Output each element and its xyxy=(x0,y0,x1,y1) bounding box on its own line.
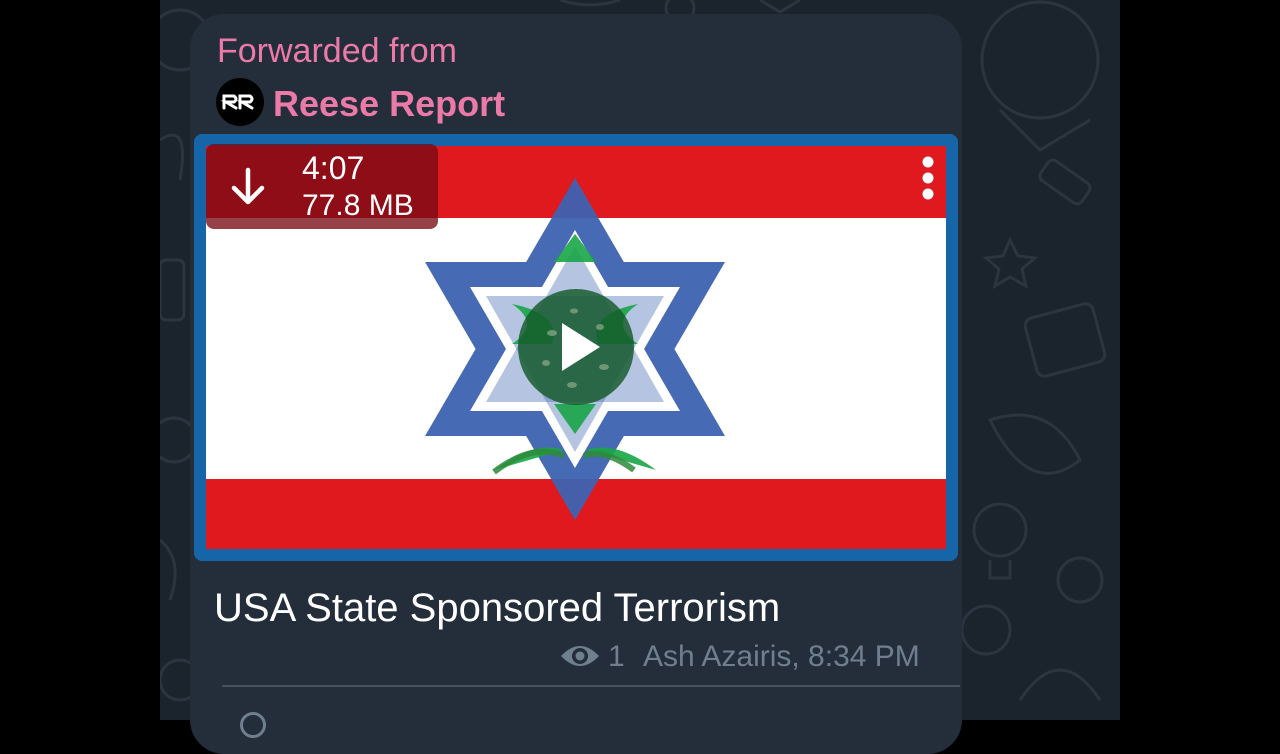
arrow-down-icon[interactable] xyxy=(228,166,268,208)
eye-icon xyxy=(559,641,601,671)
forwarded-label: Forwarded from xyxy=(217,32,457,70)
more-vertical-icon[interactable] xyxy=(916,154,940,202)
play-button[interactable] xyxy=(516,287,636,407)
play-icon[interactable] xyxy=(516,287,636,407)
comment-icon[interactable] xyxy=(240,712,266,738)
channel-name-link[interactable]: Reese Report xyxy=(273,82,505,126)
view-count: 1 xyxy=(608,640,625,673)
message-caption: USA State Sponsored Terrorism xyxy=(214,586,781,630)
channel-avatar[interactable] xyxy=(216,78,264,126)
video-duration: 4:07 xyxy=(302,150,365,186)
divider xyxy=(222,685,960,687)
channel-logo xyxy=(220,94,254,110)
message-meta: Ash Azairis, 8:34 PM xyxy=(643,640,920,673)
video-file-size: 77.8 MB xyxy=(302,189,414,222)
